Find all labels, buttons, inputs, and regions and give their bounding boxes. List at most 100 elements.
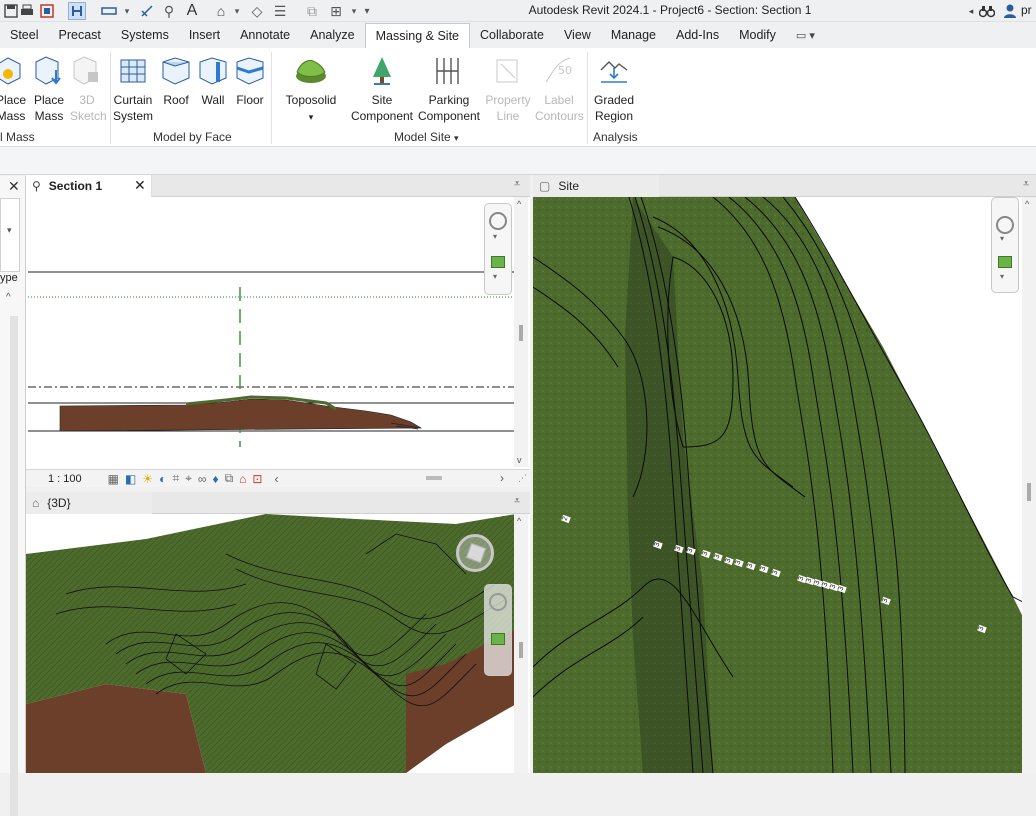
chevron-down-icon[interactable]: ▾ [493, 272, 497, 281]
properties-scrollbar[interactable] [10, 316, 18, 816]
analytical-model-icon[interactable]: ⊡ [252, 472, 262, 486]
type-selector[interactable]: ▾ [0, 198, 20, 272]
roof-button[interactable]: Roof [159, 54, 193, 108]
3d-sketch-button[interactable]: 3D Sketch [70, 54, 107, 124]
show-crop-icon[interactable]: ⌖ [185, 471, 192, 486]
binoculars-icon[interactable] [978, 2, 996, 20]
chevron-down-icon[interactable]: ▾ [7, 225, 12, 236]
chevron-down-icon[interactable]: ▾ [1000, 272, 1004, 281]
view-menu-icon[interactable]: ⩡ [1023, 178, 1029, 191]
steering-wheel-icon[interactable] [996, 216, 1014, 234]
user-icon[interactable] [1001, 2, 1019, 20]
site-component-button[interactable]: Site Component [350, 54, 414, 124]
switch-windows-icon[interactable]: ⊞ [327, 2, 345, 20]
chevron-down-icon[interactable]: ▾ [118, 2, 136, 20]
chevron-down-icon[interactable]: ▾ [493, 232, 497, 241]
close-icon[interactable]: ✕ [8, 178, 20, 195]
curtain-system-button[interactable]: Curtain System [113, 54, 153, 124]
tab-insert[interactable]: Insert [179, 22, 230, 48]
tag-icon[interactable] [138, 2, 156, 20]
close-windows-icon[interactable]: ⧉ [303, 2, 321, 20]
dimension-icon[interactable]: ⚲ [160, 2, 178, 20]
site-view[interactable]: 2333333333333333333 ▾ ▾ ^ [533, 197, 1036, 773]
tab-massing-site[interactable]: Massing & Site [364, 23, 470, 48]
section-vertical-scrollbar[interactable]: ^ v [514, 197, 528, 467]
wall-button[interactable]: Wall [196, 54, 230, 108]
align-icon[interactable] [68, 2, 86, 20]
tab-collaborate[interactable]: Collaborate [470, 22, 554, 48]
navigation-bar[interactable]: ▾ ▾ [484, 203, 512, 295]
floor-button[interactable]: Floor [233, 54, 267, 108]
view-scale[interactable]: 1 : 100 [48, 473, 82, 485]
view-menu-icon[interactable]: ⩡ [514, 178, 520, 191]
tab-3d[interactable]: ⌂ {3D} [26, 492, 152, 514]
customize-icon[interactable]: ▾ [358, 2, 376, 20]
sun-path-icon[interactable]: ☀ [142, 472, 153, 486]
chevron-up-icon[interactable]: ^ [1025, 199, 1029, 209]
unlock-3d-icon[interactable]: ∞ [198, 472, 207, 486]
tab-precast[interactable]: Precast [49, 22, 111, 48]
measure-icon[interactable] [100, 2, 118, 20]
resize-grip-icon[interactable]: ⋰ [518, 473, 527, 484]
3d-view[interactable]: ^ [26, 514, 530, 773]
navigation-bar-3d[interactable] [484, 584, 512, 676]
chevron-up-icon[interactable]: ^ [517, 516, 521, 526]
section-view[interactable]: ▾ ▾ ^ v 1 : 100 ▦ ◧ ☀ ◐ ⌗ ⌖ ∞ ♦ ⧉ ⌂ ⊡ ‹ … [26, 197, 530, 487]
tab-annotate[interactable]: Annotate [230, 22, 300, 48]
tab-view[interactable]: View [554, 22, 601, 48]
viewcube-icon[interactable] [456, 534, 494, 572]
crop-view-icon[interactable]: ⌗ [172, 471, 179, 486]
scroll-thumb[interactable] [519, 642, 523, 658]
label-contours-button[interactable]: 50 Label Contours [535, 54, 584, 124]
chevron-down-icon[interactable]: ▾ [228, 2, 246, 20]
in-place-mass-button[interactable]: Place Mass [0, 54, 28, 124]
chevron-down-icon[interactable]: v [517, 455, 522, 465]
detail-level-icon[interactable]: ▦ [108, 472, 119, 486]
toposolid-button[interactable]: Toposolid ▾ [282, 54, 340, 125]
edit-type-label[interactable]: ype [0, 272, 18, 284]
3d-vertical-scrollbar[interactable]: ^ [514, 514, 528, 773]
zoom-region-icon[interactable] [491, 256, 505, 268]
horizontal-scroll-thumb[interactable] [426, 476, 442, 480]
user-name[interactable]: pr [1021, 3, 1032, 17]
view-menu-icon[interactable]: ⩡ [514, 495, 520, 508]
reveal-hidden-icon[interactable]: ⧉ [225, 471, 234, 486]
chevron-up-icon[interactable]: ^ [517, 199, 521, 209]
tab-modify[interactable]: Modify [729, 22, 786, 48]
graded-region-button[interactable]: Graded Region [591, 54, 637, 124]
chevron-up-icon[interactable]: ^ [6, 292, 11, 303]
tab-systems[interactable]: Systems [111, 22, 179, 48]
visual-style-icon[interactable]: ◧ [125, 472, 136, 486]
thin-lines-icon[interactable]: ☰ [271, 2, 289, 20]
panel-toggle-icon[interactable]: ▭ ▾ [786, 22, 825, 48]
worksharing-icon[interactable]: ⌂ [239, 472, 246, 486]
place-mass-button[interactable]: Place Mass [32, 54, 66, 124]
scroll-thumb[interactable] [1027, 483, 1031, 501]
zoom-region-icon[interactable] [491, 633, 505, 645]
section-icon[interactable]: ◇ [248, 2, 266, 20]
close-icon[interactable]: ✕ [134, 177, 146, 194]
property-line-button[interactable]: Property Line [484, 54, 532, 124]
temp-hide-icon[interactable]: ♦ [212, 472, 218, 486]
chevron-down-icon[interactable]: ▾ [454, 133, 459, 143]
shadows-icon[interactable]: ◐ [159, 472, 166, 486]
text-icon[interactable]: A [183, 2, 201, 20]
group-label-model-site[interactable]: Model Site ▾ [394, 130, 459, 144]
viewcube-face[interactable] [465, 542, 487, 564]
tab-analyze[interactable]: Analyze [300, 22, 364, 48]
navigation-bar-site[interactable]: ▾ ▾ [991, 197, 1019, 293]
print-icon[interactable] [18, 2, 36, 20]
parking-component-button[interactable]: Parking Component [417, 54, 481, 124]
steering-wheel-icon[interactable] [489, 593, 507, 611]
tab-manage[interactable]: Manage [601, 22, 666, 48]
zoom-region-icon[interactable] [998, 256, 1012, 268]
tab-add-ins[interactable]: Add-Ins [666, 22, 729, 48]
site-vertical-scrollbar[interactable]: ^ [1022, 197, 1036, 773]
tab-steel[interactable]: Steel [0, 22, 49, 48]
tab-site[interactable]: ▢ Site [533, 175, 659, 197]
chevron-left-icon[interactable]: ‹ [274, 472, 278, 486]
chevron-down-icon[interactable]: ▾ [1000, 234, 1004, 243]
chevron-right-icon[interactable]: › [500, 471, 504, 485]
steering-wheel-icon[interactable] [489, 212, 507, 230]
scroll-thumb[interactable] [519, 325, 523, 341]
